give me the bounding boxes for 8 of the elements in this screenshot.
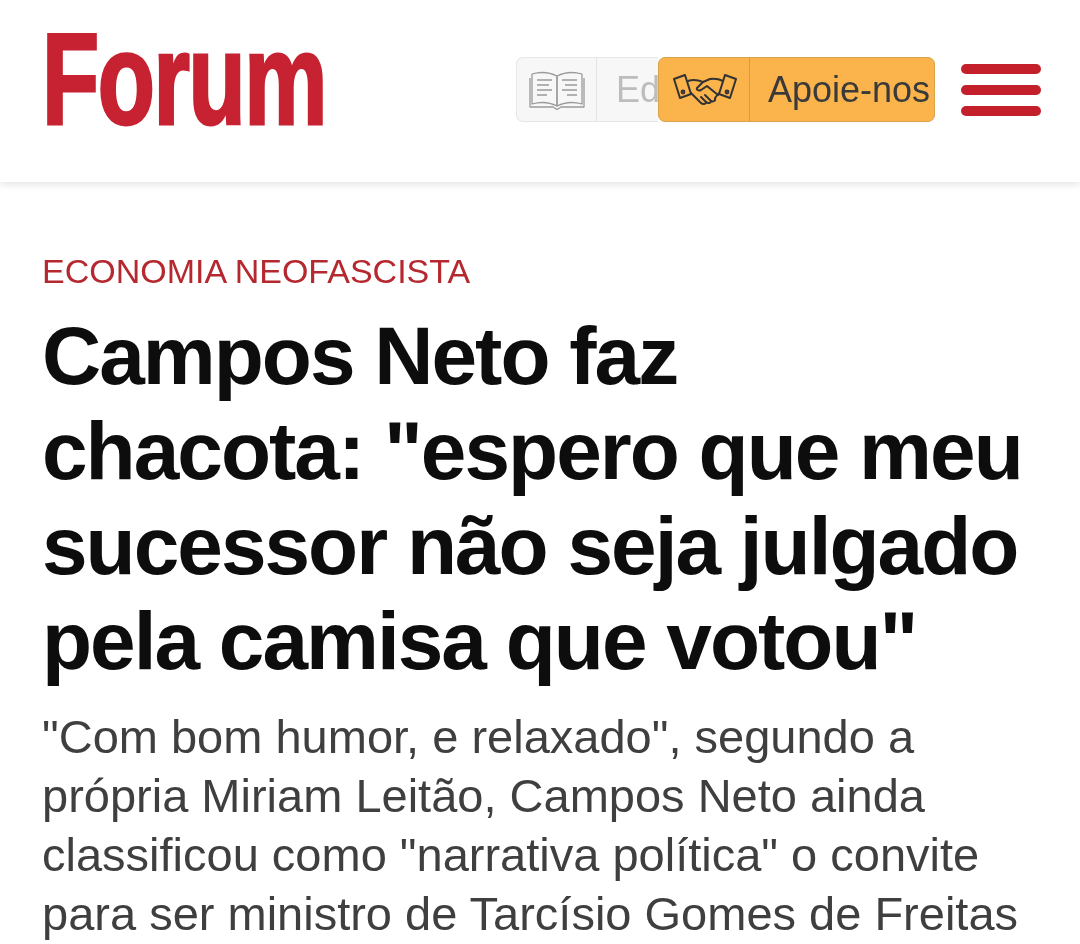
book-icon bbox=[529, 69, 585, 110]
support-button[interactable]: Apoie-nos bbox=[658, 57, 935, 122]
lede-paragraph: "Com bom humor, e relaxado", segundo a própria Miriam Leitão, Campos Neto ainda classificou como "narrativa política" o convite para ser ministro de Tarcísio Gomes de Freitas bbox=[42, 709, 1020, 942]
menu-button[interactable] bbox=[961, 63, 1041, 116]
headline: Campos Neto faz chacota: "espero que meu sucessor não seja julgado pela camisa que votou" bbox=[42, 309, 1023, 688]
category-link[interactable]: ECONOMIA NEOFASCISTA bbox=[42, 251, 1038, 291]
menu-icon bbox=[961, 63, 1041, 116]
site-logo[interactable]: Forum bbox=[42, 27, 326, 131]
